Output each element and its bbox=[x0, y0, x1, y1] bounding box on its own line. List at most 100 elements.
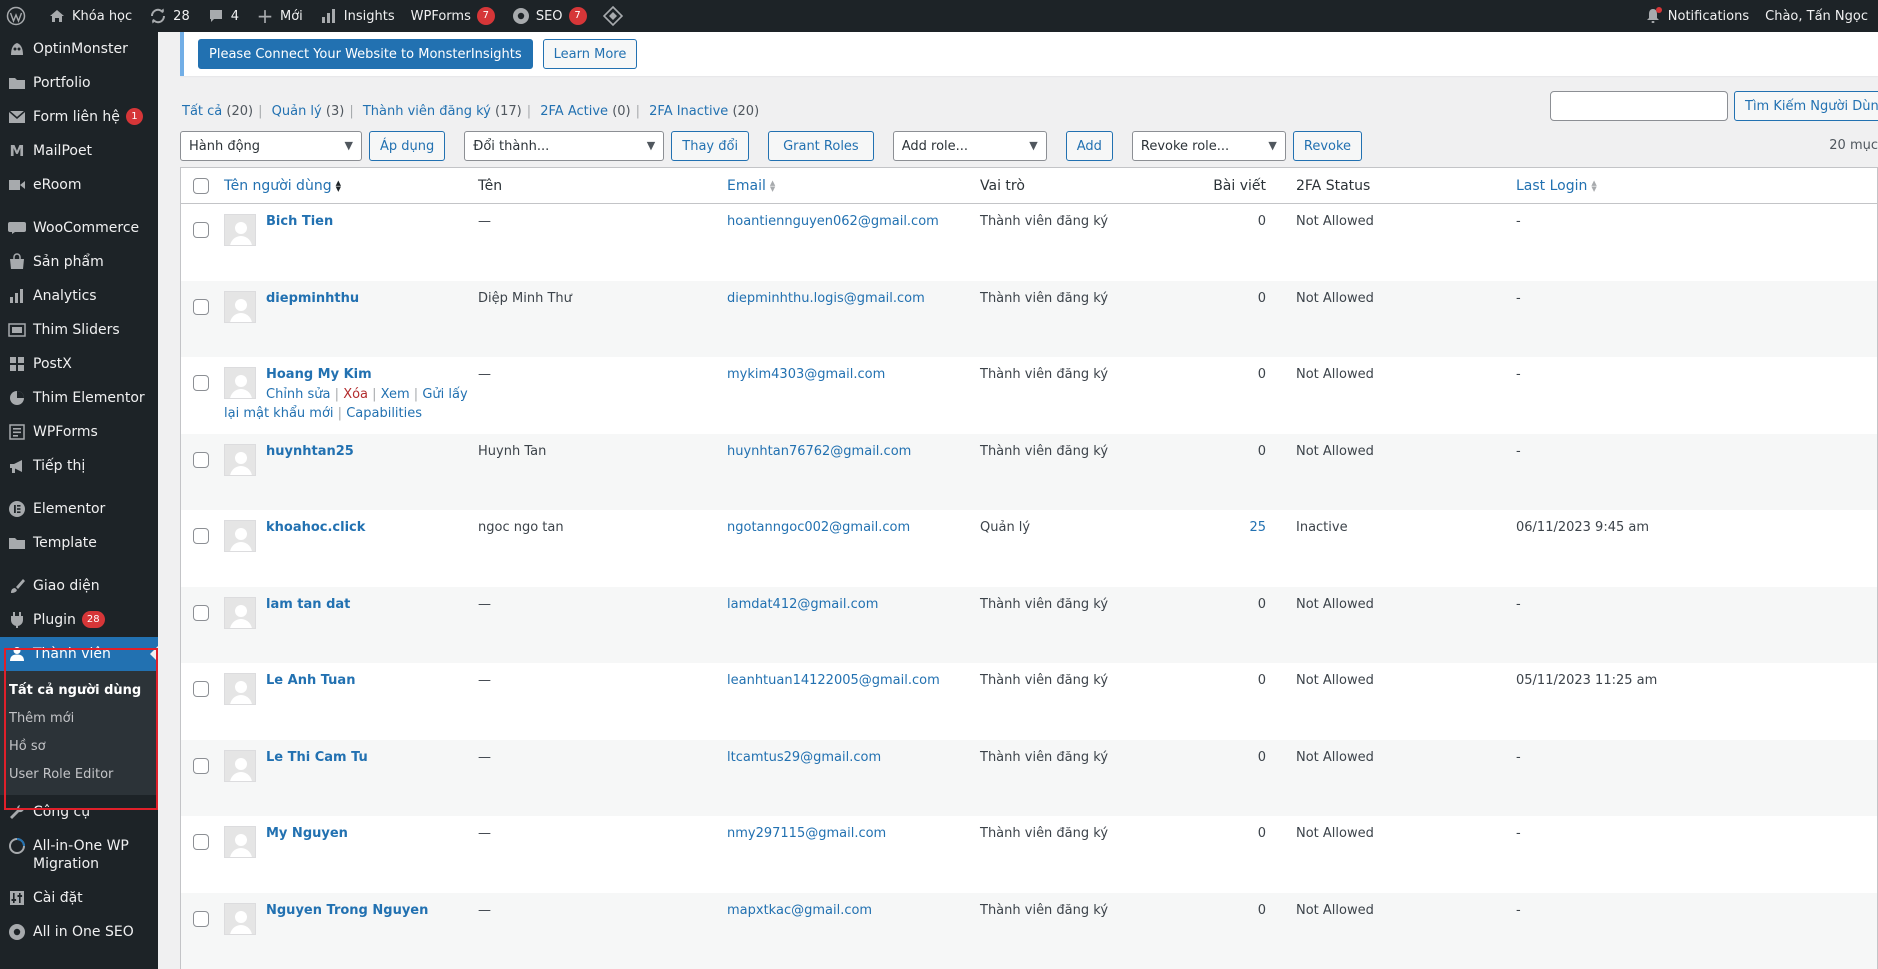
row-checkbox[interactable] bbox=[193, 910, 209, 927]
submenu-all-users[interactable]: Tất cả người dùng bbox=[0, 677, 158, 705]
email-link[interactable]: leanhtuan14122005@gmail.com bbox=[727, 673, 980, 688]
learn-more-button[interactable]: Learn More bbox=[542, 39, 638, 69]
menu-template[interactable]: Template bbox=[0, 526, 158, 560]
email-link[interactable]: nmy297115@gmail.com bbox=[727, 826, 980, 841]
menu-users[interactable]: Thành viên bbox=[0, 637, 158, 671]
folder-icon bbox=[7, 74, 27, 92]
bulk-action-select[interactable]: Hành động ▼ bbox=[180, 131, 362, 161]
submenu-add-new[interactable]: Thêm mới bbox=[0, 705, 158, 733]
menu-optinmonster[interactable]: OptinMonster bbox=[0, 34, 158, 66]
diamond-menu[interactable] bbox=[595, 0, 636, 32]
email-link[interactable]: ngotanngoc002@gmail.com bbox=[727, 520, 980, 535]
menu-wpforms[interactable]: WPForms bbox=[0, 415, 158, 449]
row-checkbox[interactable] bbox=[193, 222, 209, 238]
row-checkbox[interactable] bbox=[193, 757, 209, 774]
search-users-button[interactable]: Tìm Kiếm Người Dùng bbox=[1734, 91, 1878, 121]
filter-administrator[interactable]: Quản lý bbox=[272, 104, 322, 119]
email-link[interactable]: huynhtan76762@gmail.com bbox=[727, 444, 980, 459]
view-link[interactable]: Xem bbox=[381, 387, 410, 402]
menu-all-in-one-migration[interactable]: All-in-One WP Migration bbox=[0, 829, 158, 881]
email-link[interactable]: lamdat412@gmail.com bbox=[727, 597, 980, 612]
menu-portfolio[interactable]: Portfolio bbox=[0, 66, 158, 100]
row-checkbox[interactable] bbox=[193, 528, 209, 544]
username-link[interactable]: huynhtan25 bbox=[266, 444, 354, 459]
menu-settings[interactable]: Cài đặt bbox=[0, 881, 158, 915]
username-link[interactable]: diepminhthu bbox=[266, 291, 359, 306]
email-link[interactable]: mykim4303@gmail.com bbox=[727, 367, 980, 382]
change-role-select[interactable]: Đổi thành... ▼ bbox=[464, 131, 665, 161]
row-checkbox[interactable] bbox=[193, 298, 209, 315]
filter-subscriber[interactable]: Thành viên đăng ký bbox=[363, 104, 491, 119]
username-link[interactable]: Nguyen Trong Nguyen bbox=[266, 903, 428, 918]
email-link[interactable]: ltcamtus29@gmail.com bbox=[727, 750, 980, 765]
posts-cell[interactable]: 25 bbox=[1210, 520, 1266, 535]
comments-menu[interactable]: 4 bbox=[198, 0, 247, 32]
select-all-checkbox[interactable] bbox=[193, 177, 209, 194]
username-link[interactable]: Le Anh Tuan bbox=[266, 673, 355, 688]
add-role-select[interactable]: Add role... ▼ bbox=[892, 131, 1047, 161]
menu-analytics[interactable]: Analytics bbox=[0, 279, 158, 313]
plugins-badge: 28 bbox=[81, 611, 105, 628]
row-checkbox[interactable] bbox=[193, 681, 209, 697]
username-link[interactable]: Bich Tien bbox=[266, 214, 333, 229]
column-email[interactable]: Email ▲ ▼ bbox=[727, 178, 980, 194]
change-button[interactable]: Thay đổi bbox=[671, 131, 750, 161]
email-link[interactable]: hoantiennguyen062@gmail.com bbox=[727, 214, 980, 229]
menu-thim-sliders[interactable]: Thim Sliders bbox=[0, 313, 158, 347]
site-name-menu[interactable]: Khóa học bbox=[39, 0, 140, 32]
updates-menu[interactable]: 28 bbox=[140, 0, 198, 32]
email-link[interactable]: mapxtkac@gmail.com bbox=[727, 903, 980, 918]
revoke-button[interactable]: Revoke bbox=[1292, 131, 1363, 161]
revoke-role-select[interactable]: Revoke role... ▼ bbox=[1131, 131, 1286, 161]
apply-button[interactable]: Áp dụng bbox=[369, 131, 446, 161]
menu-mailpoet[interactable]: M MailPoet bbox=[0, 134, 158, 168]
menu-products[interactable]: Sản phẩm bbox=[0, 245, 158, 279]
submenu-profile[interactable]: Hồ sơ bbox=[0, 733, 158, 761]
username-link[interactable]: khoahoc.click bbox=[266, 520, 365, 535]
filter-2fa-active[interactable]: 2FA Active bbox=[540, 104, 608, 119]
add-role-button[interactable]: Add bbox=[1065, 131, 1113, 161]
username-link[interactable]: Le Thi Cam Tu bbox=[266, 750, 368, 765]
row-checkbox[interactable] bbox=[193, 834, 209, 850]
menu-label: Thim Sliders bbox=[33, 322, 120, 338]
menu-thim-elementor[interactable]: Thim Elementor bbox=[0, 381, 158, 415]
menu-contact-form[interactable]: Form liên hệ 1 bbox=[0, 100, 158, 134]
insights-label: Insights bbox=[343, 8, 395, 24]
grant-roles-button[interactable]: Grant Roles bbox=[768, 131, 874, 161]
username-link[interactable]: Hoang My Kim bbox=[266, 367, 372, 382]
column-username[interactable]: Tên người dùng ▲ ▼ bbox=[224, 178, 478, 194]
menu-woocommerce[interactable]: WooCommerce bbox=[0, 211, 158, 245]
menu-postx[interactable]: PostX bbox=[0, 347, 158, 381]
filter-all[interactable]: Tất cả bbox=[182, 104, 222, 119]
wpforms-menu[interactable]: WPForms 7 bbox=[403, 0, 503, 32]
menu-marketing[interactable]: Tiếp thị bbox=[0, 449, 158, 483]
row-checkbox[interactable] bbox=[193, 451, 209, 468]
seo-menu[interactable]: SEO 7 bbox=[503, 0, 595, 32]
notifications-menu[interactable]: Notifications bbox=[1635, 0, 1757, 32]
menu-eroom[interactable]: eRoom bbox=[0, 168, 158, 202]
wp-logo-menu[interactable] bbox=[0, 0, 39, 32]
menu-plugins[interactable]: Plugin 28 bbox=[0, 603, 158, 637]
connect-monsterinsights-button[interactable]: Please Connect Your Website to MonsterIn… bbox=[198, 39, 533, 69]
username-link[interactable]: My Nguyen bbox=[266, 826, 348, 841]
delete-link[interactable]: Xóa bbox=[343, 387, 368, 402]
posts-cell: 0 bbox=[1257, 290, 1266, 306]
insights-menu[interactable]: Insights bbox=[311, 0, 403, 32]
submenu-user-role-editor[interactable]: User Role Editor bbox=[0, 761, 158, 789]
row-checkbox[interactable] bbox=[193, 604, 209, 621]
capabilities-link[interactable]: Capabilities bbox=[346, 406, 422, 421]
posts-cell: 0 bbox=[1257, 596, 1266, 612]
menu-label: Analytics bbox=[33, 288, 97, 304]
menu-all-in-one-seo[interactable]: All in One SEO bbox=[0, 915, 158, 949]
column-last-login[interactable]: Last Login ▲ ▼ bbox=[1516, 178, 1877, 194]
menu-elementor[interactable]: Elementor bbox=[0, 492, 158, 526]
username-link[interactable]: lam tan dat bbox=[266, 597, 350, 612]
edit-link[interactable]: Chỉnh sửa bbox=[266, 387, 331, 402]
menu-appearance[interactable]: Giao diện bbox=[0, 569, 158, 603]
search-input[interactable] bbox=[1550, 91, 1728, 121]
email-link[interactable]: diepminhthu.logis@gmail.com bbox=[727, 291, 980, 306]
filter-2fa-inactive[interactable]: 2FA Inactive bbox=[649, 104, 728, 119]
my-account-menu[interactable]: Chào, Tấn Ngọc bbox=[1757, 0, 1878, 32]
new-content-menu[interactable]: + Mới bbox=[247, 0, 311, 32]
menu-tools[interactable]: Công cụ bbox=[0, 795, 158, 829]
